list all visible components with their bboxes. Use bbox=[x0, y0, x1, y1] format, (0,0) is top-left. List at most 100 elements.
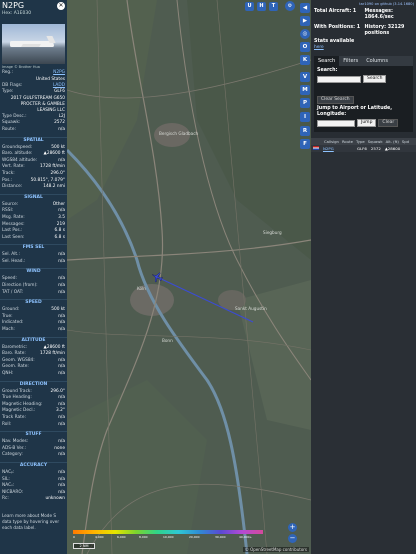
reg-link[interactable]: N2PG bbox=[53, 70, 65, 77]
toolbar-button-target[interactable]: ◎ bbox=[300, 29, 310, 39]
history-label: History: bbox=[364, 25, 387, 30]
tab-search[interactable]: Search bbox=[314, 56, 340, 66]
zoom-in-button[interactable]: + bbox=[288, 523, 297, 532]
jump-input[interactable] bbox=[317, 119, 355, 127]
spatial-row: Vert. Rate: 1728 ft/min bbox=[0, 164, 67, 171]
map-button-h[interactable]: H bbox=[257, 2, 266, 11]
field-label: Last Seen: bbox=[2, 234, 25, 240]
field-value: n/a bbox=[58, 439, 65, 445]
column-header[interactable]: Route bbox=[342, 139, 353, 144]
total-aircraft-label: Total Aircraft: bbox=[314, 9, 352, 14]
toolbar-button-i[interactable]: I bbox=[300, 112, 310, 122]
total-aircraft-value: 1 bbox=[352, 9, 357, 14]
column-header[interactable]: Callsign bbox=[324, 139, 339, 144]
signal-row: Last Seen: 6.8 s bbox=[0, 235, 67, 242]
map-settings-icon[interactable]: ⚙ bbox=[285, 1, 295, 11]
accuracy-row: NACᵥ: n/a bbox=[0, 483, 67, 490]
city-label: Bonn bbox=[162, 338, 173, 343]
field-value: n/a bbox=[58, 208, 65, 214]
history-stat: History: 32129 positions bbox=[365, 25, 414, 37]
city-label: Köln bbox=[137, 286, 146, 291]
arrow-left-icon[interactable]: ◀ bbox=[300, 3, 310, 13]
column-header[interactable]: Alt. (ft) bbox=[386, 139, 399, 144]
fms-row: Sel. Alt.: n/a bbox=[0, 252, 67, 259]
zoom-out-button[interactable]: − bbox=[288, 534, 297, 543]
section-speed: SPEED bbox=[0, 299, 67, 306]
field-label: Rc: bbox=[2, 496, 9, 502]
toolbar-button-p[interactable]: P bbox=[300, 98, 310, 108]
legend-label: 30,000 bbox=[215, 535, 226, 539]
search-button[interactable]: Search bbox=[363, 75, 387, 83]
field-value: n/a bbox=[58, 395, 65, 401]
tab-filters[interactable]: Filters bbox=[339, 56, 362, 66]
field-label: Track: bbox=[2, 170, 15, 176]
column-header[interactable]: Spd bbox=[402, 139, 409, 144]
detail-hex: Hex: A1E030 bbox=[2, 11, 65, 17]
close-icon[interactable]: ✕ bbox=[57, 2, 65, 10]
type-value: GLF6 bbox=[54, 89, 65, 95]
field-value: 500 kt bbox=[51, 307, 65, 313]
section-accuracy: ACCURACY bbox=[0, 461, 67, 469]
detail-sections: SPATIAL Groundspeed: 500 kt Baro. altitude:… bbox=[0, 136, 67, 503]
map-view[interactable]: Bergisch Gladbach Köln Bonn Sankt August… bbox=[67, 0, 311, 554]
row-type: GLF6 bbox=[357, 146, 367, 151]
messages-value: 1864.6/sec bbox=[364, 15, 394, 20]
fms-row: Sel. Head.: n/a bbox=[0, 259, 67, 266]
aircraft-photo[interactable] bbox=[2, 24, 65, 64]
search-input[interactable] bbox=[317, 75, 361, 83]
toolbar-button-k[interactable]: K bbox=[300, 55, 310, 65]
airplane-icon bbox=[151, 272, 163, 283]
stuff-row: Nav. Modes: n/a bbox=[0, 439, 67, 446]
speed-row: Mach: n/a bbox=[0, 327, 67, 334]
field-value: n/a bbox=[58, 483, 65, 489]
with-positions-value: 1 bbox=[356, 25, 361, 30]
field-value: 1728 ft/min bbox=[40, 351, 65, 357]
field-value: 148.2 nmi bbox=[43, 184, 65, 190]
legend-label: 8,000 bbox=[139, 535, 148, 539]
field-value: ▲28600 ft bbox=[43, 151, 65, 157]
hex-value: A1E030 bbox=[13, 11, 32, 16]
column-header[interactable]: Squawk bbox=[368, 139, 383, 144]
toolbar-button-r[interactable]: R bbox=[300, 126, 310, 136]
altitude-row: QNH: n/a bbox=[0, 371, 67, 378]
legend-label: 4,000 bbox=[95, 535, 104, 539]
stats-link[interactable]: here bbox=[311, 45, 416, 50]
table-row[interactable]: N2PG GLF6 2572 ▲28600 bbox=[311, 145, 416, 152]
map-button-t[interactable]: T bbox=[269, 2, 278, 11]
clear-button[interactable]: Clear bbox=[378, 119, 399, 127]
altitude-legend: 0 4,000 6,000 8,000 10,000 20,000 30,000… bbox=[73, 530, 263, 540]
field-label: Sel. Alt.: bbox=[2, 252, 20, 258]
tab-columns[interactable]: Columns bbox=[362, 56, 392, 66]
aircraft-marker[interactable] bbox=[151, 271, 163, 283]
toolbar-button-o[interactable]: O bbox=[300, 42, 310, 52]
column-header[interactable]: Type bbox=[356, 139, 365, 144]
clear-search-button[interactable]: Clear Search bbox=[317, 96, 354, 104]
arrow-right-icon[interactable]: ▶ bbox=[300, 16, 310, 26]
section-stuff: STUFF bbox=[0, 431, 67, 438]
field-label: Last Pos.: bbox=[2, 228, 23, 234]
field-value: n/a bbox=[58, 283, 65, 289]
map-button-u[interactable]: U bbox=[245, 2, 254, 11]
section-direction: DIRECTION bbox=[0, 380, 67, 388]
toolbar-button-v[interactable]: V bbox=[300, 72, 310, 82]
field-value: n/a bbox=[58, 289, 65, 295]
field-value: n/a bbox=[58, 414, 65, 420]
field-value: 6.8 s bbox=[54, 234, 65, 240]
field-value: n/a bbox=[58, 252, 65, 258]
wind-row: Direction (from): n/a bbox=[0, 283, 67, 290]
field-value: n/a bbox=[58, 452, 65, 458]
section-altitude: ALTITUDE bbox=[0, 336, 67, 344]
jump-label: Jump to Airport or Latitude, Longitude: bbox=[317, 106, 393, 117]
jump-button[interactable]: Jump bbox=[357, 119, 377, 127]
list-empty-area bbox=[311, 152, 416, 554]
search-panel: Search: Search Clear Search Jump to Airp… bbox=[314, 66, 413, 132]
toolbar-button-f[interactable]: F bbox=[300, 139, 310, 149]
row-callsign[interactable]: N2PG bbox=[323, 146, 353, 151]
legend-label: 0 bbox=[73, 535, 75, 539]
signal-row: Last Pos.: 6.8 s bbox=[0, 228, 67, 235]
field-value: 3.2° bbox=[56, 408, 65, 414]
signal-row: RSSI: n/a bbox=[0, 208, 67, 215]
legend-label: 40,000+ bbox=[239, 535, 253, 539]
altitude-legend-gradient bbox=[73, 530, 263, 534]
toolbar-button-m[interactable]: M bbox=[300, 85, 310, 95]
